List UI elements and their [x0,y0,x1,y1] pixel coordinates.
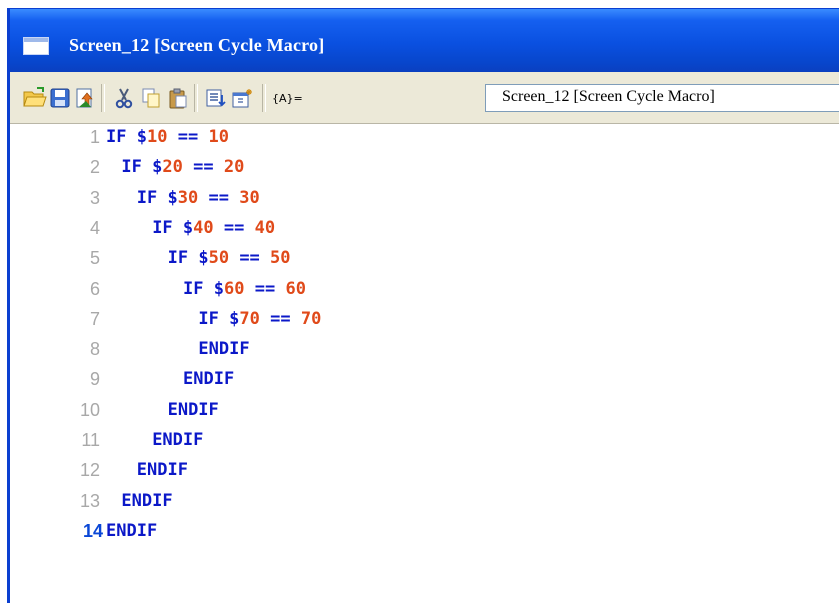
code-line[interactable]: 6 IF $60 == 60 [10,279,830,309]
code-text: ENDIF [121,491,172,511]
variable: $70 [229,308,260,329]
code-text: IF $70 == 70 [198,309,321,329]
keyword: ENDIF [183,369,235,390]
code-text: IF $40 == 40 [152,218,275,238]
operator: == [193,157,214,178]
keyword: IF [183,278,204,299]
code-line[interactable]: 10 ENDIF [10,400,830,430]
line-number: 14 [82,520,103,541]
code-text: ENDIF [106,521,157,541]
code-text: ENDIF [183,369,234,389]
save-icon[interactable] [47,85,73,111]
code-text: ENDIF [152,430,203,450]
line-number: 11 [81,430,100,450]
line-number: 10 [79,399,100,420]
code-line[interactable]: 3 IF $30 == 30 [10,188,830,218]
window-icon [23,37,49,55]
keyword: ENDIF [121,490,173,511]
operator: == [254,278,276,299]
toolbar-separator [101,84,105,112]
window-title: Screen_12 [Screen Cycle Macro] [69,35,325,55]
keyword: ENDIF [106,520,158,541]
operator: == [208,187,229,208]
macro-editor-window: Screen_12 [Screen Cycle Macro] {A}= Scre… [7,8,839,603]
cut-icon[interactable] [111,85,137,111]
number-literal: 30 [239,187,260,208]
line-number: 2 [89,157,100,178]
line-number: 13 [79,490,100,511]
code-text: IF $30 == 30 [137,188,260,208]
line-number: 5 [89,248,100,269]
code-line[interactable]: 5 IF $50 == 50 [10,248,830,278]
keyword: ENDIF [198,339,250,360]
keyword: IF [121,157,142,178]
line-number: 7 [89,308,100,329]
code-text: ENDIF [137,460,188,480]
toolbar-separator [194,84,198,112]
number-literal: 50 [270,248,291,269]
number-literal: 60 [285,278,306,299]
variable: $10 [136,127,168,147]
code-text: IF $60 == 60 [183,279,306,299]
keyword: ENDIF [136,460,188,481]
code-line[interactable]: 11 ENDIF [10,430,830,460]
number-literal: 70 [300,308,322,329]
variable: $40 [182,217,214,238]
line-number: 6 [89,278,100,299]
keyword: IF [198,308,219,329]
code-text: IF $50 == 50 [168,248,291,268]
code-line[interactable]: 4 IF $40 == 40 [10,218,830,248]
operator: == [270,308,291,329]
toolbar-separator [262,84,266,112]
operator: == [177,127,199,147]
compile-icon[interactable] [72,85,98,111]
line-number: 1 [89,127,100,147]
code-line[interactable]: 8 ENDIF [10,339,830,369]
insert-command-icon[interactable] [203,85,229,111]
toolbar: {A}= Screen_12 [Screen Cycle Macro] [10,72,839,124]
code-editor[interactable]: 1 IF $10 == 10 2 IF $20 == 20 3 IF $30 == 30 4… [10,124,839,603]
keyword: ENDIF [167,399,219,420]
line-number: 4 [89,217,100,238]
number-literal: 20 [223,157,245,178]
keyword: IF [152,217,173,238]
code-line[interactable]: 13 ENDIF [10,491,830,521]
paste-icon[interactable] [165,85,191,111]
code-text: ENDIF [168,400,219,420]
variable: $30 [167,187,199,208]
variable: $20 [152,157,183,178]
variable: $60 [213,278,245,299]
keyword: IF [136,187,158,208]
keyword: IF [106,127,127,147]
line-number: 3 [89,187,100,208]
code-line[interactable]: 1 IF $10 == 10 [10,127,830,157]
number-literal: 40 [254,217,276,238]
number-literal: 10 [208,127,229,147]
line-number: 8 [89,339,100,360]
line-number: 12 [79,460,100,481]
line-number: 9 [89,369,100,390]
code-text: ENDIF [198,339,249,359]
code-line[interactable]: 7 IF $70 == 70 [10,309,830,339]
code-line[interactable]: 12 ENDIF [10,460,830,490]
keyword: ENDIF [152,430,204,450]
code-line[interactable]: 9 ENDIF [10,369,830,399]
operator: == [239,248,260,269]
title-bar[interactable]: Screen_12 [Screen Cycle Macro] [10,9,839,72]
operator: == [223,217,245,238]
code-text: IF $20 == 20 [121,157,244,177]
keyword: IF [167,248,189,269]
macro-name-field[interactable]: Screen_12 [Screen Cycle Macro] [485,84,839,112]
macro-properties-icon[interactable] [230,85,256,111]
variable: $50 [198,248,230,269]
code-text: IF $10 == 10 [106,127,229,147]
code-line[interactable]: 2 IF $20 == 20 [10,157,830,187]
open-folder-icon[interactable] [22,85,48,111]
variable-label: {A}= [272,92,303,105]
code-line[interactable]: 14 ENDIF [10,521,830,551]
copy-icon[interactable] [138,85,164,111]
